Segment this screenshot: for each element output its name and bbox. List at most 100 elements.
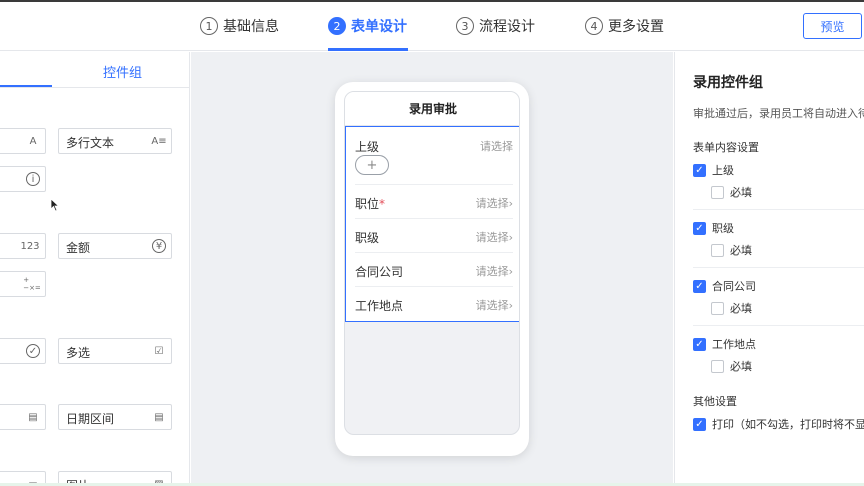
selected-control-group[interactable]: 上级 请选择 + 职位* 请选择› 职级 请选择› 合同公司 请选择› 工作地点… — [345, 126, 519, 322]
checkbox-checked-icon[interactable]: ✓ — [693, 279, 706, 293]
toggle-contract-company[interactable]: ✓ 合同公司 — [693, 278, 756, 294]
add-person-button[interactable]: + — [355, 155, 389, 175]
field-divider — [355, 286, 513, 287]
control-number[interactable]: 123 — [0, 233, 46, 259]
field-label: 合同公司 — [355, 265, 404, 279]
option-label: 职级 — [712, 222, 734, 235]
checkbox-icon[interactable] — [711, 359, 724, 373]
window-top-edge — [0, 0, 864, 2]
panel-description: 审批通过后，录用员工将自动进入待 — [693, 107, 864, 120]
controls-tabs: 控件组 — [0, 52, 190, 88]
toggle-work-location[interactable]: ✓ 工作地点 — [693, 336, 756, 352]
field-placeholder: 请选择› — [476, 229, 513, 245]
calendar-icon: ▤ — [28, 411, 38, 423]
calculator-icon: +−×= — [23, 276, 41, 292]
step-process-design[interactable]: 3 流程设计 — [456, 16, 535, 36]
field-placeholder: 请选择› — [476, 297, 513, 313]
control-amount[interactable]: 金额 ¥ — [58, 233, 172, 259]
control-multi-line-text[interactable]: 多行文本 A≡ — [58, 128, 172, 154]
field-superior[interactable]: 上级 请选择 — [355, 138, 513, 155]
checkbox-checked-icon[interactable]: ✓ — [693, 221, 706, 235]
toggle-rank[interactable]: ✓ 职级 — [693, 220, 734, 236]
panel-title: 录用控件组 — [693, 75, 763, 91]
option-divider — [693, 325, 864, 326]
field-contract-company[interactable]: 合同公司 请选择› — [355, 263, 513, 280]
chevron-right-icon: › — [508, 231, 513, 244]
text-a-icon: A — [29, 135, 37, 147]
field-position[interactable]: 职位* 请选择› — [355, 195, 513, 212]
required-mark: * — [379, 197, 386, 211]
step-basic-info[interactable]: 1 基础信息 — [200, 16, 279, 36]
option-label: 必填 — [730, 186, 752, 199]
control-single-line-text[interactable]: A — [0, 128, 46, 154]
form-title: 录用审批 — [345, 92, 519, 126]
control-date[interactable]: ▤ — [0, 404, 46, 430]
field-work-location[interactable]: 工作地点 请选择› — [355, 297, 513, 314]
checkbox-icon[interactable] — [711, 243, 724, 257]
section-form-content: 表单内容设置 — [693, 141, 759, 154]
option-label: 上级 — [712, 164, 734, 177]
chevron-right-icon: › — [508, 197, 513, 210]
placeholder-text: 请选择 — [475, 265, 509, 278]
option-label: 必填 — [730, 302, 752, 315]
step-label: 更多设置 — [608, 19, 664, 35]
step-number: 3 — [456, 17, 474, 35]
control-multi-select[interactable]: 多选 ☑ — [58, 338, 172, 364]
toggle-print[interactable]: ✓ 打印（如不勾选，打印时将不显示 — [693, 416, 864, 432]
option-label: 必填 — [730, 360, 752, 373]
checkbox-icon[interactable] — [711, 185, 724, 199]
plus-icon: + — [366, 157, 378, 173]
field-label: 工作地点 — [355, 299, 404, 313]
step-label: 基础信息 — [223, 19, 279, 35]
field-rank[interactable]: 职级 请选择› — [355, 229, 513, 246]
toggle-superior[interactable]: ✓ 上级 — [693, 162, 734, 178]
control-label: 金额 — [66, 241, 91, 255]
chevron-right-icon: › — [508, 299, 513, 312]
required-contract-company[interactable]: 必填 — [711, 300, 752, 316]
field-label: 上级 — [355, 140, 380, 154]
required-rank[interactable]: 必填 — [711, 242, 752, 258]
control-label: 多选 — [66, 346, 91, 360]
multiline-text-icon: A≡ — [151, 135, 167, 147]
required-superior[interactable]: 必填 — [711, 184, 752, 200]
placeholder-text: 请选择 — [475, 231, 509, 244]
option-label: 工作地点 — [712, 338, 756, 351]
step-more-settings[interactable]: 4 更多设置 — [585, 16, 664, 36]
field-placeholder: 请选择 — [480, 140, 513, 153]
field-label: 职位 — [355, 197, 380, 211]
checkbox-checked-icon[interactable]: ✓ — [693, 417, 706, 431]
number-icon: 123 — [20, 240, 40, 252]
info-icon: i — [26, 172, 40, 186]
tab-active-indicator — [0, 85, 52, 87]
option-label: 必填 — [730, 244, 752, 257]
control-formula[interactable]: +−×= — [0, 271, 46, 297]
required-work-location[interactable]: 必填 — [711, 358, 752, 374]
controls-panel: 控件组 A 多行文本 A≡ i 123 金额 ¥ +−×= ✓ 多选 ☑ ▤ 日… — [0, 52, 190, 486]
currency-icon: ¥ — [152, 239, 166, 253]
step-number: 4 — [585, 17, 603, 35]
tab-control-group[interactable]: 控件组 — [103, 62, 142, 81]
step-label: 表单设计 — [351, 19, 407, 35]
placeholder-text: 请选择 — [475, 197, 509, 210]
field-placeholder: 请选择› — [476, 263, 513, 279]
step-number: 1 — [200, 17, 218, 35]
option-divider — [693, 209, 864, 210]
preview-button[interactable]: 预览 — [803, 13, 862, 39]
checkbox-checked-icon[interactable]: ✓ — [693, 163, 706, 177]
field-placeholder: 请选择› — [476, 195, 513, 211]
control-label: 多行文本 — [66, 136, 115, 150]
checkbox-icon[interactable] — [711, 301, 724, 315]
control-description[interactable]: i — [0, 166, 46, 192]
control-single-select[interactable]: ✓ — [0, 338, 46, 364]
radio-check-icon: ✓ — [26, 344, 40, 358]
control-date-range[interactable]: 日期区间 ▤ — [58, 404, 172, 430]
option-divider — [693, 267, 864, 268]
checkbox-icon: ☑ — [154, 345, 164, 357]
design-canvas: 录用审批 上级 请选择 + 职位* 请选择› 职级 请选择› 合同公司 请选择›… — [191, 52, 673, 486]
step-form-design[interactable]: 2 表单设计 — [328, 16, 407, 36]
checkbox-checked-icon[interactable]: ✓ — [693, 337, 706, 351]
placeholder-text: 请选择 — [475, 299, 509, 312]
phone-preview: 录用审批 上级 请选择 + 职位* 请选择› 职级 请选择› 合同公司 请选择›… — [335, 82, 529, 456]
field-label: 职级 — [355, 231, 380, 245]
field-divider — [355, 184, 513, 185]
